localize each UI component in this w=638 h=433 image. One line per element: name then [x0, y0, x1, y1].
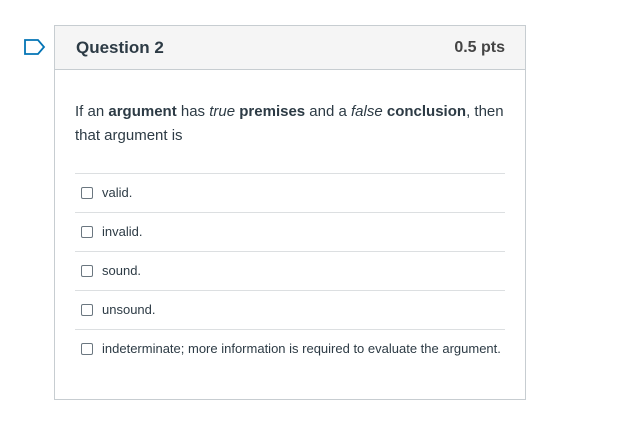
answer-option-unsound[interactable]: unsound.: [75, 291, 505, 330]
question-title: Question 2: [76, 37, 164, 57]
question-text-part: and a: [305, 103, 352, 120]
question-text: If an argument has true premises and a f…: [75, 100, 505, 148]
answer-checkbox[interactable]: [81, 343, 93, 355]
question-card: Question 2 0.5 pts If an argument has tr…: [54, 25, 526, 400]
answer-list: valid. invalid. sound. unsound. indeterm…: [75, 173, 505, 368]
answer-label: unsound.: [102, 302, 156, 317]
question-text-italic: true: [209, 103, 236, 120]
question-points: 0.5 pts: [454, 38, 505, 56]
question-text-italic: false: [351, 103, 383, 120]
answer-checkbox[interactable]: [81, 226, 93, 238]
question-text-bold: premises: [239, 103, 306, 120]
flag-question-icon[interactable]: [24, 39, 46, 55]
question-text-part: has: [176, 103, 210, 120]
question-header: Question 2 0.5 pts: [55, 26, 525, 70]
answer-label: valid.: [102, 185, 133, 200]
answer-label: sound.: [102, 263, 142, 278]
answer-option-indeterminate[interactable]: indeterminate; more information is requi…: [75, 330, 505, 368]
answer-option-sound[interactable]: sound.: [75, 252, 505, 291]
answer-label: invalid.: [102, 224, 143, 239]
answer-checkbox[interactable]: [81, 265, 93, 277]
answer-checkbox[interactable]: [81, 187, 93, 199]
answer-option-valid[interactable]: valid.: [75, 174, 505, 213]
question-text-part: If an: [75, 103, 109, 120]
question-text-bold: argument: [108, 103, 177, 120]
question-text-bold: conclusion: [386, 103, 467, 120]
answer-option-invalid[interactable]: invalid.: [75, 213, 505, 252]
question-body: If an argument has true premises and a f…: [55, 70, 525, 368]
answer-checkbox[interactable]: [81, 304, 93, 316]
answer-label: indeterminate; more information is requi…: [102, 341, 501, 356]
quiz-page: Question 2 0.5 pts If an argument has tr…: [0, 0, 638, 433]
